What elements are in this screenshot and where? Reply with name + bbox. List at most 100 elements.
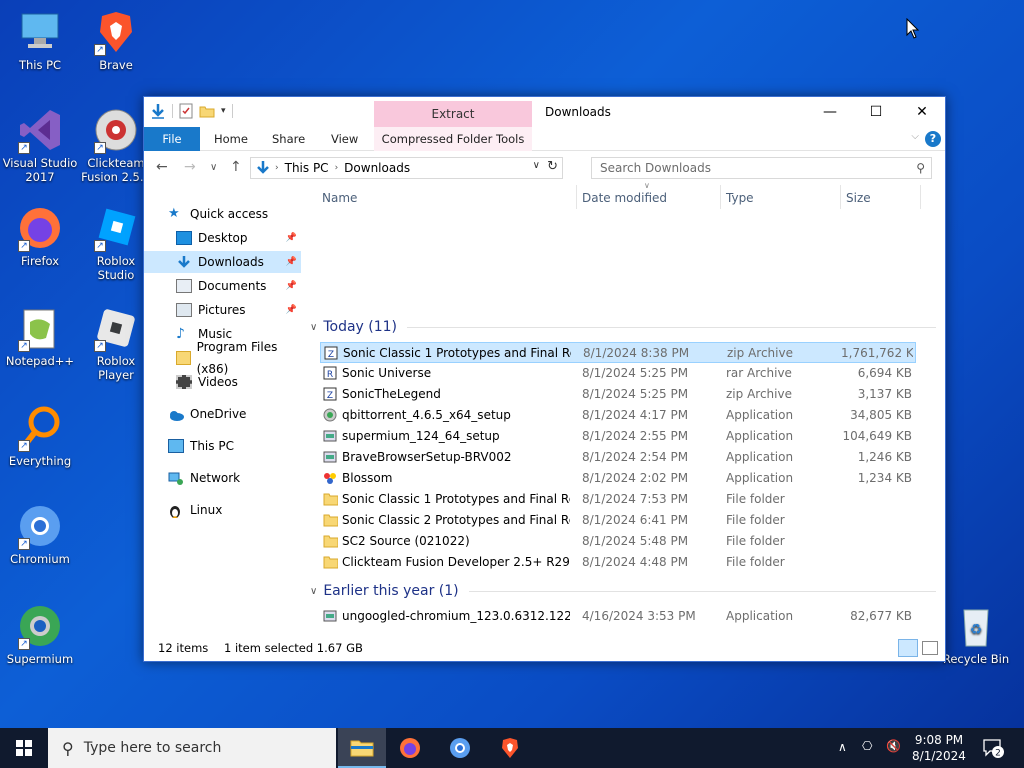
large-icons-view-button[interactable]: [922, 641, 938, 655]
column-header-date[interactable]: Date modified: [582, 183, 667, 213]
desktop-icon-chromium[interactable]: ↗ Chromium: [2, 502, 78, 566]
file-row[interactable]: Blossom 8/1/2024 2:02 PM Application 1,234 …: [320, 468, 916, 489]
nav-this-pc[interactable]: This PC: [168, 435, 325, 457]
file-row[interactable]: supermium_124_64_setup 8/1/2024 2:55 PM Ap…: [320, 426, 916, 447]
desktop-icon-visual-studio[interactable]: ↗ Visual Studio 2017: [2, 106, 78, 184]
tab-file[interactable]: File: [144, 127, 200, 151]
installer-icon: [323, 451, 337, 463]
shortcut-arrow-icon: ↗: [94, 340, 106, 352]
network-status-icon[interactable]: ⎔: [862, 739, 872, 768]
column-header-name[interactable]: Name: [322, 183, 357, 213]
svg-text:R: R: [327, 370, 333, 380]
tab-home[interactable]: Home: [202, 127, 260, 151]
file-name: Blossom: [342, 471, 393, 485]
file-row[interactable]: SC2 Source (021022) 8/1/2024 5:48 PM File …: [320, 531, 916, 552]
nav-videos[interactable]: Videos: [144, 371, 301, 393]
nav-pictures[interactable]: Pictures 📌: [144, 299, 301, 321]
breadcrumb-downloads[interactable]: Downloads: [344, 161, 410, 175]
file-size: 34,805 KB: [850, 408, 912, 422]
column-header-size[interactable]: Size: [846, 183, 871, 213]
file-row[interactable]: Sonic Classic 1 Prototypes and Final Rel…: [320, 489, 916, 510]
close-button[interactable]: ✕: [899, 97, 945, 127]
desktop-icon-supermium[interactable]: ↗ Supermium: [2, 602, 78, 666]
details-view-button[interactable]: [898, 639, 918, 657]
group-header-today[interactable]: ∨ Today (11): [310, 316, 936, 338]
breadcrumb-this-pc[interactable]: This PC: [285, 161, 329, 175]
recent-locations-chevron-icon[interactable]: ∨: [210, 162, 217, 173]
nav-network[interactable]: Network: [168, 467, 325, 489]
taskbar-search-box[interactable]: ⚲ Type here to search: [48, 728, 336, 768]
desktop-icon-this-pc[interactable]: This PC: [2, 8, 78, 72]
up-arrow-icon[interactable]: ↑: [230, 159, 242, 175]
column-header-type[interactable]: Type: [726, 183, 754, 213]
nav-label: Documents: [198, 279, 267, 293]
nav-program-files[interactable]: Program Files (x86): [144, 340, 301, 376]
file-list: Name Date modified ∨ Type Size ∨ Today (…: [310, 181, 940, 633]
tab-compressed-folder-tools[interactable]: Compressed Folder Tools: [374, 127, 532, 151]
file-row[interactable]: R Sonic Universe 8/1/2024 5:25 PM rar Archi…: [320, 363, 916, 384]
star-icon: ★: [168, 206, 180, 221]
file-row[interactable]: qbittorrent_4.6.5_x64_setup 8/1/2024 4:17…: [320, 405, 916, 426]
nav-label: Quick access: [190, 207, 269, 221]
pin-icon[interactable]: 📌: [286, 299, 297, 321]
nav-documents[interactable]: Documents 📌: [144, 275, 301, 297]
desktop-icon-notepadpp[interactable]: ↗ Notepad++: [2, 304, 78, 368]
item-count: 12 items: [158, 641, 209, 655]
forward-arrow-icon[interactable]: →: [184, 159, 196, 175]
file-date: 8/1/2024 8:38 PM: [583, 346, 690, 360]
desktop-icon-everything[interactable]: ↗ Everything: [2, 404, 78, 468]
nav-quick-access[interactable]: ★ Quick access: [168, 203, 325, 225]
minimize-button[interactable]: —: [807, 97, 853, 127]
file-type: Application: [726, 408, 794, 422]
tab-share[interactable]: Share: [260, 127, 317, 151]
taskbar-file-explorer[interactable]: [338, 728, 386, 768]
address-dropdown-icon[interactable]: ∨: [533, 160, 540, 171]
nav-onedrive[interactable]: OneDrive: [168, 403, 325, 425]
file-row[interactable]: Sonic Classic 2 Prototypes and Final Rel…: [320, 510, 916, 531]
expand-ribbon-icon[interactable]: ⌵: [911, 131, 919, 142]
file-explorer-window[interactable]: ▾ Extract Downloads — ☐ ✕ File Home Shar…: [143, 96, 946, 662]
back-arrow-icon[interactable]: ←: [156, 159, 168, 175]
group-header-earlier[interactable]: ∨ Earlier this year (1): [310, 580, 936, 602]
collapse-chevron-icon[interactable]: ∨: [310, 586, 317, 597]
file-size: 3,137 KB: [857, 387, 912, 401]
shortcut-arrow-icon: ↗: [18, 638, 30, 650]
chevron-down-icon[interactable]: ▾: [221, 106, 226, 116]
new-folder-icon[interactable]: [199, 104, 215, 118]
archive-icon: Z: [324, 346, 338, 360]
desktop-icon-recycle-bin[interactable]: ♻ Recycle Bin: [938, 602, 1014, 666]
start-button[interactable]: [0, 728, 48, 768]
maximize-button[interactable]: ☐: [853, 97, 899, 127]
download-arrow-icon[interactable]: [150, 103, 166, 119]
title-bar[interactable]: ▾ Extract Downloads — ☐ ✕: [144, 97, 945, 127]
taskbar-chromium[interactable]: [436, 728, 484, 768]
taskbar-brave[interactable]: [486, 728, 534, 768]
pin-icon[interactable]: 📌: [286, 227, 297, 249]
help-button[interactable]: ?: [925, 131, 941, 147]
file-row[interactable]: BraveBrowserSetup-BRV002 8/1/2024 2:54 PM…: [320, 447, 916, 468]
address-bar[interactable]: › This PC › Downloads ∨ ↻: [250, 157, 563, 179]
clock[interactable]: 9:08 PM 8/1/2024: [912, 732, 966, 768]
action-center-button[interactable]: 2: [982, 738, 1006, 759]
nav-linux[interactable]: Linux: [168, 499, 325, 521]
volume-muted-icon[interactable]: 🔇: [886, 739, 901, 768]
desktop-icon-brave[interactable]: ↗ Brave: [78, 8, 154, 72]
file-row[interactable]: ungoogled-chromium_123.0.6312.122-1.... 4…: [320, 606, 916, 627]
pin-icon[interactable]: 📌: [286, 251, 297, 273]
search-input[interactable]: Search Downloads ⚲: [591, 157, 932, 179]
tab-view[interactable]: View: [319, 127, 370, 151]
roblox-player-icon: ↗: [92, 304, 140, 352]
file-row[interactable]: Z SonicTheLegend 8/1/2024 5:25 PM zip Archi…: [320, 384, 916, 405]
taskbar-firefox[interactable]: [386, 728, 434, 768]
file-date: 8/1/2024 6:41 PM: [582, 513, 689, 527]
pin-icon[interactable]: 📌: [286, 275, 297, 297]
show-hidden-icons-chevron-icon[interactable]: ∧: [838, 740, 847, 768]
desktop-icon-firefox[interactable]: ↗ Firefox: [2, 204, 78, 268]
nav-desktop[interactable]: Desktop 📌: [144, 227, 301, 249]
collapse-chevron-icon[interactable]: ∨: [310, 322, 317, 333]
file-row[interactable]: Z Sonic Classic 1 Prototypes and Final Re…: [320, 342, 916, 363]
refresh-icon[interactable]: ↻: [547, 159, 558, 174]
nav-downloads[interactable]: Downloads 📌: [144, 251, 301, 273]
properties-icon[interactable]: [179, 103, 193, 119]
file-row[interactable]: Clickteam Fusion Developer 2.5+ R295.10 8…: [320, 552, 916, 573]
